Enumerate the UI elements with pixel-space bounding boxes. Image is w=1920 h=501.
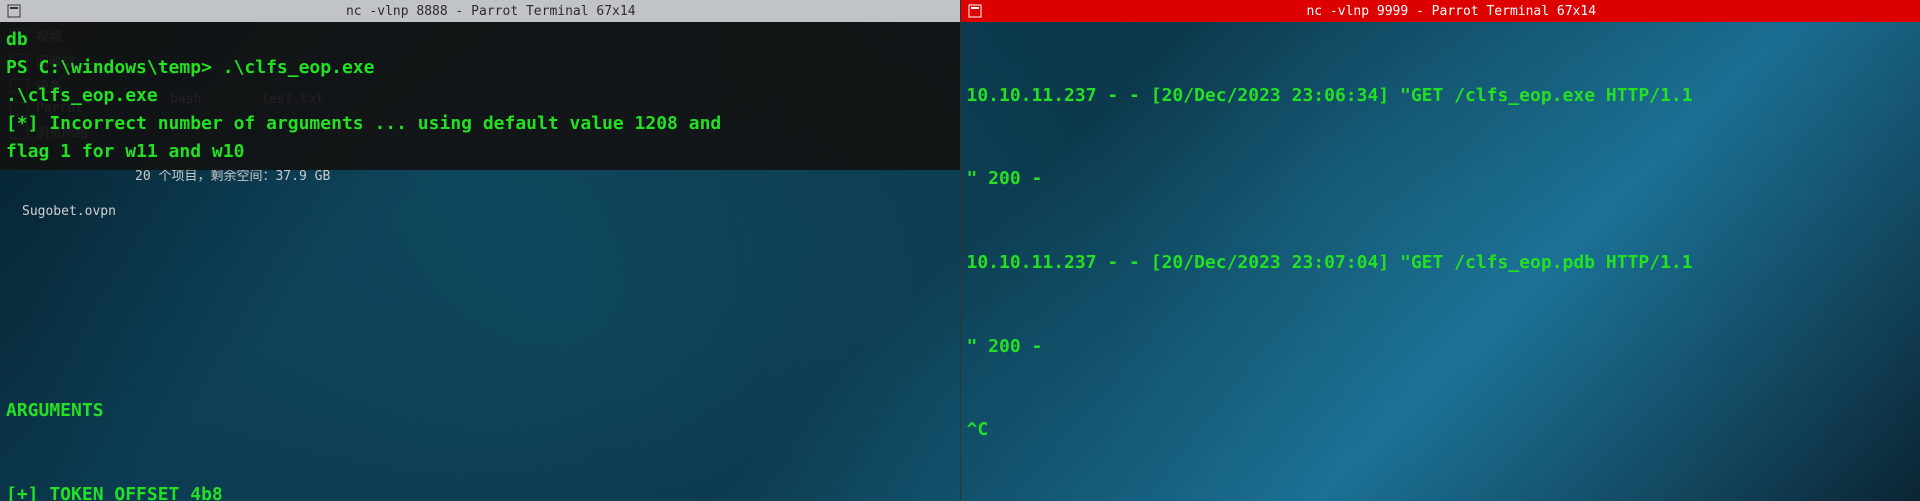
terminal-line: [+] TOKEN OFFSET 4b8 [6,481,954,501]
left-titlebar[interactable]: nc -vlnp 8888 - Parrot Terminal 67x14 [0,0,960,22]
terminal-line: .\clfs_eop.exe [6,82,954,110]
left-terminal-overlay[interactable]: db PS C:\windows\temp> .\clfs_eop.exe .\… [0,22,960,170]
terminal-line: " 200 - [967,333,1915,361]
terminal-line: flag 1 for w11 and w10 [6,138,954,166]
terminal-line: " 200 - [967,165,1915,193]
terminal-line: ARGUMENTS [6,397,954,425]
left-terminal-content[interactable]: ARGUMENTS [+] TOKEN OFFSET 4b8 [+] FLAG … [0,170,960,501]
terminal-line: ^C [967,416,1915,444]
right-terminal-content[interactable]: 10.10.11.237 - - [20/Dec/2023 23:06:34] … [961,22,1920,501]
terminal-line: db [6,26,954,54]
terminal-line: 10.10.11.237 - - [20/Dec/2023 23:07:04] … [967,249,1915,277]
right-title-text: nc -vlnp 9999 - Parrot Terminal 67x14 [989,4,1915,19]
right-titlebar[interactable]: nc -vlnp 9999 - Parrot Terminal 67x14 [961,0,1920,22]
window-menu-icon[interactable] [967,3,983,19]
terminal-line: [*] Incorrect number of arguments ... us… [6,110,954,138]
terminal-line: 10.10.11.237 - - [20/Dec/2023 23:06:34] … [967,82,1915,110]
terminal-line: PS C:\windows\temp> .\clfs_eop.exe [6,54,954,82]
left-terminal-pane[interactable]: nc -vlnp 8888 - Parrot Terminal 67x14 视频… [0,0,961,501]
window-menu-icon[interactable] [6,3,22,19]
right-terminal-pane[interactable]: nc -vlnp 9999 - Parrot Terminal 67x14 10… [961,0,1920,501]
left-title-text: nc -vlnp 8888 - Parrot Terminal 67x14 [28,4,954,19]
